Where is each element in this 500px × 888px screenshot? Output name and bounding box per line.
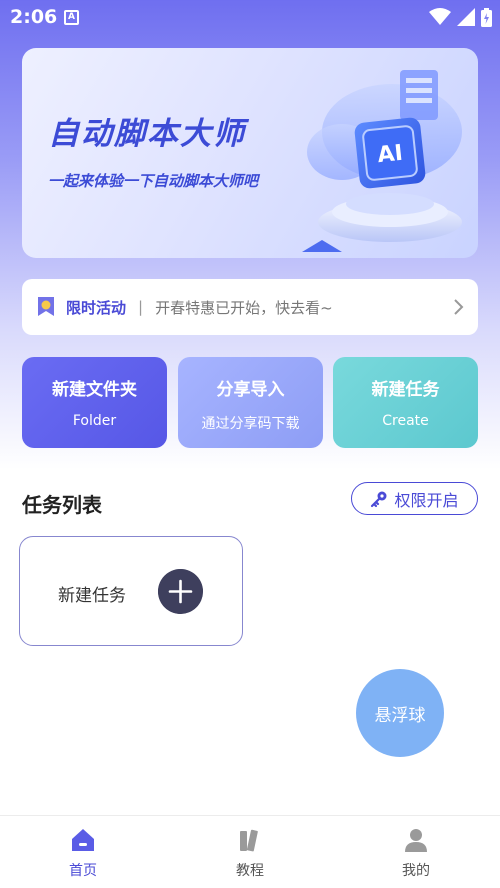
banner-title: 自动脚本大师 <box>48 116 246 152</box>
nav-item-mine[interactable]: 我的 <box>356 826 476 880</box>
activity-separator: | <box>138 298 144 316</box>
share-import-button[interactable]: 分享导入 通过分享码下载 <box>178 357 323 448</box>
battery-icon <box>481 7 492 27</box>
status-icons <box>429 7 492 27</box>
key-icon <box>371 491 387 507</box>
new-folder-subtitle: Folder <box>72 413 117 429</box>
new-task-button[interactable]: 新建任务 Create <box>333 357 478 448</box>
share-import-title: 分享导入 <box>216 380 285 400</box>
chevron-right-icon <box>454 299 464 315</box>
banner-subtitle: 一起来体验一下自动脚本大师吧 <box>48 172 259 190</box>
new-task-card[interactable]: 新建任务 <box>19 536 243 646</box>
permission-button[interactable]: 权限开启 <box>351 482 478 515</box>
status-time: 2:06 <box>10 6 58 28</box>
new-folder-button[interactable]: 新建文件夹 Folder <box>22 357 167 448</box>
badge-star-icon <box>38 297 54 316</box>
wifi-icon <box>429 8 451 25</box>
floating-ball-button[interactable]: 悬浮球 <box>356 669 444 757</box>
task-list-title: 任务列表 <box>22 493 102 517</box>
ai-cloud-illustration: AI <box>302 70 462 252</box>
new-task-subtitle: Create <box>382 413 429 429</box>
permission-button-label: 权限开启 <box>394 490 459 510</box>
activity-text: 开春特惠已开始，快去看~ <box>155 298 333 317</box>
activity-title: 限时活动 <box>66 298 127 317</box>
nav-item-home[interactable]: 首页 <box>23 826 143 880</box>
signal-icon <box>457 8 475 26</box>
ai-chip-label: AI <box>376 141 404 168</box>
share-import-subtitle: 通过分享码下载 <box>201 416 300 432</box>
add-icon[interactable] <box>158 569 203 614</box>
activity-bar[interactable]: 限时活动 | 开春特惠已开始，快去看~ <box>22 279 478 335</box>
new-folder-title: 新建文件夹 <box>52 380 137 400</box>
status-bar: 2:06 A <box>0 0 500 34</box>
nav-label-tutorial: 教程 <box>236 863 264 879</box>
home-icon <box>72 829 94 851</box>
book-icon <box>240 829 258 852</box>
nav-label-home: 首页 <box>69 863 97 879</box>
nav-item-tutorial[interactable]: 教程 <box>190 826 310 880</box>
new-task-card-label: 新建任务 <box>58 586 126 606</box>
new-task-title: 新建任务 <box>371 380 440 400</box>
notification-icon: A <box>64 10 79 25</box>
nav-label-mine: 我的 <box>402 863 430 879</box>
user-icon <box>405 829 427 852</box>
promo-banner[interactable]: 自动脚本大师 一起来体验一下自动脚本大师吧 AI <box>22 48 478 258</box>
bottom-nav: 首页 教程 我的 <box>0 815 500 888</box>
floating-ball-label: 悬浮球 <box>374 705 426 726</box>
